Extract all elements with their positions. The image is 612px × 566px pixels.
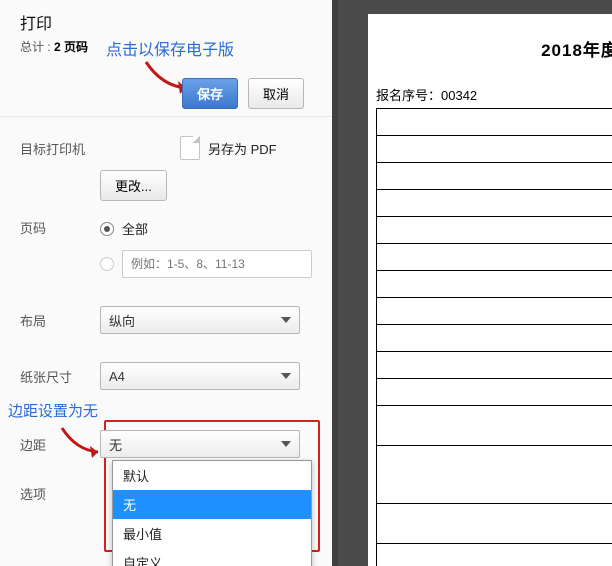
table-row: *学历性质	[377, 244, 612, 271]
annotation-margin-text: 边距设置为无	[8, 400, 98, 421]
margins-option-minimum[interactable]: 最小值	[113, 519, 311, 548]
change-destination-button[interactable]: 更改...	[100, 170, 167, 201]
table-row: *电话号码	[377, 352, 612, 379]
table-row: *毕业院校	[377, 271, 612, 298]
table-row: 工作单位	[377, 446, 612, 504]
table-row: *民 族	[377, 190, 612, 217]
pages-range-radio[interactable]	[100, 257, 114, 271]
table-row: *网络报名注册号	[377, 136, 612, 163]
paper-size-select[interactable]: A4	[100, 362, 300, 390]
table-row: *邮 编	[377, 379, 612, 406]
pages-all-radio[interactable]	[100, 222, 114, 236]
pdf-file-icon	[180, 136, 200, 160]
pages-section: 页码 全部	[20, 218, 312, 290]
pages-label: 页码	[20, 218, 100, 237]
table-row: *证件号码	[377, 217, 612, 244]
layout-label: 布局	[20, 311, 100, 330]
destination-section: 目标打印机 另存为 PDF 更改...	[20, 136, 312, 201]
panel-title: 打印	[20, 10, 312, 34]
annotation-save-text: 点击以保存电子版	[106, 36, 234, 60]
margins-option-custom[interactable]: 自定义	[113, 548, 311, 566]
margins-option-default[interactable]: 默认	[113, 461, 311, 490]
form-table: *考区名称 *网络报名注册号 *性 别 *民 族 *证件号码 *学历性质 *毕业…	[376, 108, 612, 566]
layout-section: 布局 纵向	[20, 306, 312, 334]
table-row: *毕业证编号	[377, 298, 612, 325]
paper-size-section: 纸张尺寸 A4	[20, 362, 312, 390]
document-title: 2018年度全国	[368, 36, 612, 61]
divider	[0, 116, 332, 117]
destination-label: 目标打印机	[20, 139, 100, 158]
cancel-button[interactable]: 取消	[248, 78, 304, 109]
layout-value: 纵向	[109, 311, 135, 330]
paper-size-value: A4	[109, 369, 125, 384]
action-buttons: 保存 取消	[182, 78, 304, 109]
margins-section: 边距 无	[20, 430, 312, 458]
table-row	[377, 406, 612, 446]
margins-option-none[interactable]: 无	[113, 490, 311, 519]
pages-all-label: 全部	[122, 219, 148, 238]
table-row: *性 别	[377, 163, 612, 190]
chevron-down-icon	[281, 317, 291, 323]
paper-size-label: 纸张尺寸	[20, 367, 100, 386]
table-row: *通讯地址	[377, 544, 612, 566]
options-label: 选项	[20, 484, 100, 503]
margins-dropdown: 默认 无 最小值 自定义	[112, 460, 312, 566]
print-panel: 打印 总计 : 2 页码 点击以保存电子版 保存 取消 目标打印机 另存为 PD…	[0, 0, 332, 566]
table-row: *从业资格证书编号	[377, 325, 612, 352]
pages-range-input[interactable]	[122, 250, 312, 278]
chevron-down-icon	[281, 441, 291, 447]
chevron-down-icon	[281, 373, 291, 379]
layout-select[interactable]: 纵向	[100, 306, 300, 334]
print-preview: 2018年度全国 报名序号：00342 *考区名称 *网络报名注册号 *性 别 …	[332, 0, 612, 566]
table-row	[377, 504, 612, 544]
registration-number: 报名序号：00342	[368, 85, 612, 104]
preview-page: 2018年度全国 报名序号：00342 *考区名称 *网络报名注册号 *性 别 …	[368, 14, 612, 566]
table-row: *考区名称	[377, 109, 612, 136]
destination-value: 另存为 PDF	[208, 139, 277, 158]
save-button[interactable]: 保存	[182, 78, 238, 109]
margins-value: 无	[109, 435, 122, 454]
margins-select[interactable]: 无	[100, 430, 300, 458]
margins-label: 边距	[20, 435, 100, 454]
